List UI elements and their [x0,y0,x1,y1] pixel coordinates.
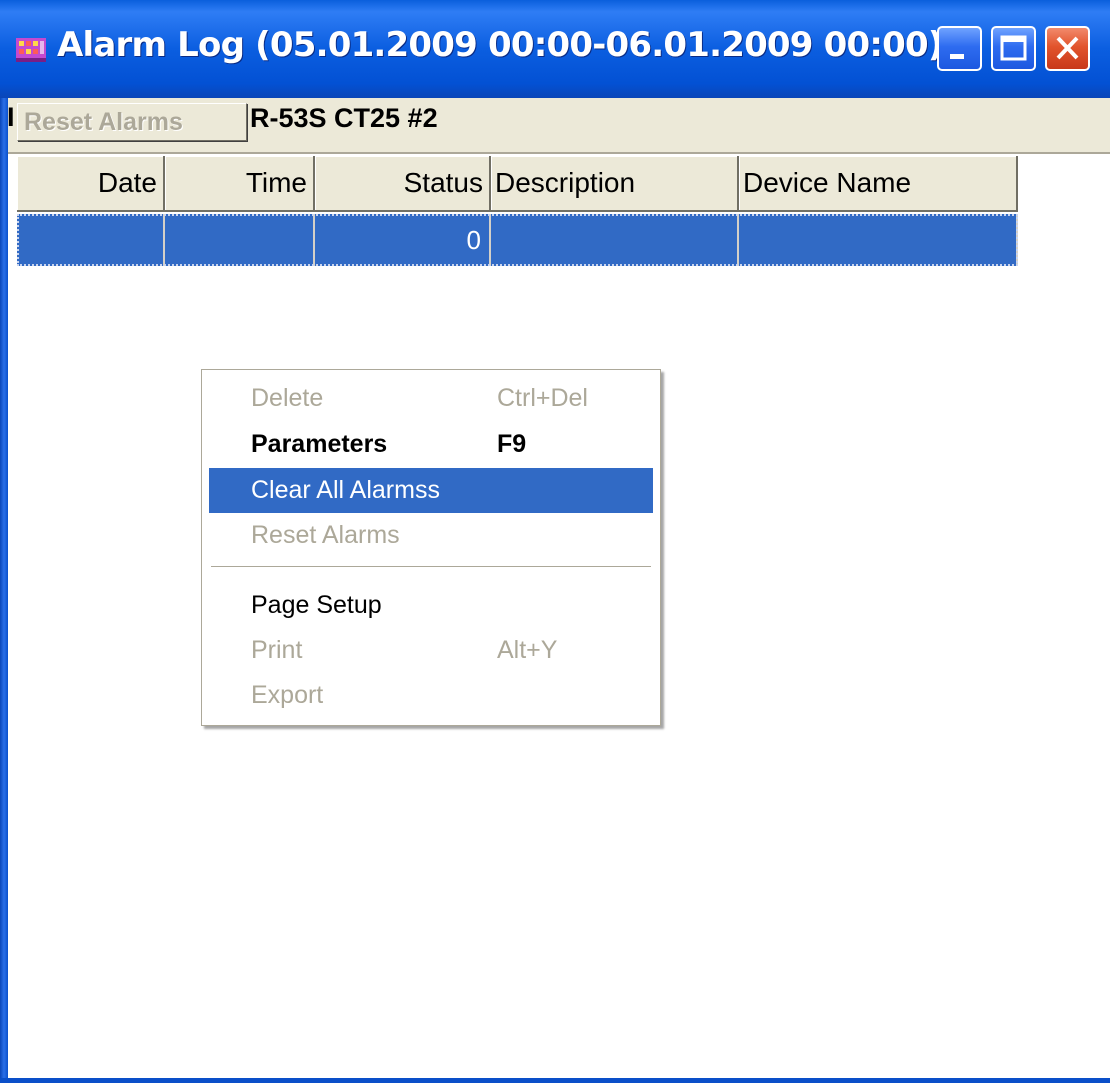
menu-item-label: Export [251,681,324,709]
minimize-icon [950,54,964,59]
reset-alarms-button[interactable]: Reset Alarms [17,103,247,141]
cell-status[interactable]: 0 [315,214,491,266]
toolbar: I Reset Alarms R-53S CT25 #2 [0,98,1110,154]
menu-item-label: Reset Alarms [251,521,400,549]
menu-item-shortcut: Alt+Y [497,636,558,664]
column-header-status[interactable]: Status [315,156,491,212]
cell-device-name[interactable] [739,214,1018,266]
menu-item-reset-alarms[interactable]: Reset Alarms [209,513,653,558]
menu-item-print[interactable]: Print Alt+Y [209,628,653,673]
menu-separator [211,566,651,567]
menu-item-clear-all-alarms[interactable]: Clear All Alarmss [209,468,653,513]
menu-item-export[interactable]: Export [209,673,653,718]
window-bottom-border[interactable] [0,1078,1110,1083]
minimize-button[interactable] [937,26,982,71]
menu-item-label: Print [251,636,303,664]
column-header-date[interactable]: Date [17,156,165,212]
menu-item-delete[interactable]: Delete Ctrl+Del [209,376,653,421]
cell-description[interactable] [491,214,739,266]
window-left-border[interactable] [0,98,8,1083]
context-menu: Delete Ctrl+Del Parameters F9 Clear All … [201,369,661,726]
device-label: R-53S CT25 #2 [250,103,438,133]
window-title: Alarm Log (05.01.2009 00:00-06.01.2009 0… [57,25,943,65]
menu-item-label: Clear All Alarmss [251,476,440,504]
maximize-button[interactable] [991,26,1036,71]
menu-item-label: Delete [251,384,324,412]
maximize-icon [1000,35,1027,61]
cell-date[interactable] [17,214,165,266]
alarm-log-app-icon [16,38,46,62]
column-header-description[interactable]: Description [491,156,739,212]
toolbar-partial-text: I [7,102,15,132]
menu-item-label: Parameters [251,430,388,458]
close-button[interactable] [1045,26,1090,71]
menu-item-page-setup[interactable]: Page Setup [209,583,653,628]
menu-item-shortcut: Ctrl+Del [497,384,588,412]
table-row[interactable]: 0 [17,214,1018,266]
menu-item-label: Page Setup [251,591,382,619]
cell-time[interactable] [165,214,315,266]
close-icon [1056,36,1079,60]
alarm-log-window: Alarm Log (05.01.2009 00:00-06.01.2009 0… [0,0,1110,1083]
title-bar[interactable]: Alarm Log (05.01.2009 00:00-06.01.2009 0… [0,0,1110,98]
column-header-time[interactable]: Time [165,156,315,212]
menu-item-shortcut: F9 [497,430,527,458]
column-header-device-name[interactable]: Device Name [739,156,1018,212]
menu-item-parameters[interactable]: Parameters F9 [209,422,653,467]
